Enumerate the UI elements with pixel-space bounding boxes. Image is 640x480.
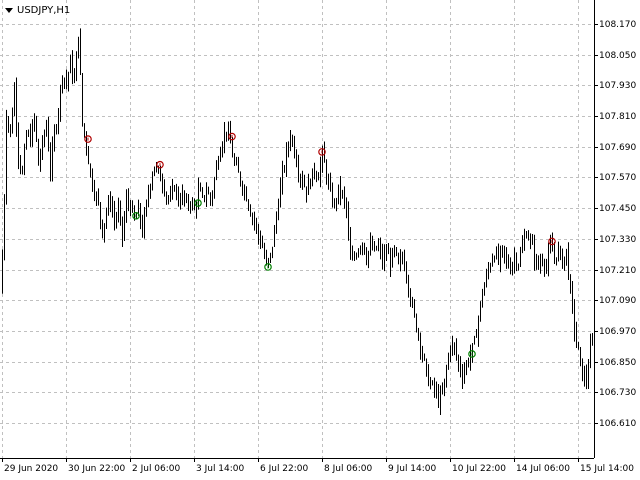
chart-window[interactable]: 108.170 108.050 107.930 107.810 107.690 107.5…: [0, 0, 640, 480]
price-label: 106.850: [599, 358, 636, 368]
price-label: 106.730: [599, 388, 636, 398]
time-label: 10 Jul 22:00: [452, 464, 506, 474]
time-label: 14 Jul 06:00: [516, 464, 570, 474]
price-label: 107.570: [599, 173, 636, 183]
price-label: 107.690: [599, 143, 636, 153]
price-label: 107.090: [599, 296, 636, 306]
price-label: 108.170: [599, 20, 636, 30]
price-label: 107.450: [599, 204, 636, 214]
price-label: 107.810: [599, 112, 636, 122]
price-chart[interactable]: 108.170 108.050 107.930 107.810 107.690 107.5…: [0, 0, 640, 480]
price-label: 107.330: [599, 235, 636, 245]
time-label: 29 Jun 2020: [4, 464, 58, 474]
time-label: 30 Jun 22:00: [68, 464, 125, 474]
dropdown-arrow-icon[interactable]: [5, 7, 13, 13]
symbol-title: USDJPY,H1: [17, 4, 71, 16]
price-label: 107.930: [599, 81, 636, 91]
price-label: 108.050: [599, 51, 636, 61]
price-bars: [2, 28, 593, 416]
time-label: 8 Jul 06:00: [324, 464, 373, 474]
time-axis: 29 Jun 2020 30 Jun 22:00 2 Jul 06:00 3 Jul …: [2, 458, 634, 474]
price-label: 106.970: [599, 327, 636, 337]
price-label: 107.210: [599, 266, 636, 276]
time-label: 2 Jul 06:00: [132, 464, 181, 474]
time-label: 6 Jul 22:00: [260, 464, 309, 474]
axes: [0, 0, 595, 459]
time-label: 3 Jul 14:00: [196, 464, 245, 474]
grid: [0, 0, 594, 458]
price-label: 106.610: [599, 419, 636, 429]
symbol-title-bar[interactable]: USDJPY,H1: [2, 2, 70, 18]
time-label: 9 Jul 14:00: [388, 464, 437, 474]
price-axis: 108.170 108.050 107.930 107.810 107.690 107.5…: [594, 20, 636, 429]
time-label: 15 Jul 14:00: [580, 464, 634, 474]
sell-signal-icon: [84, 135, 92, 143]
